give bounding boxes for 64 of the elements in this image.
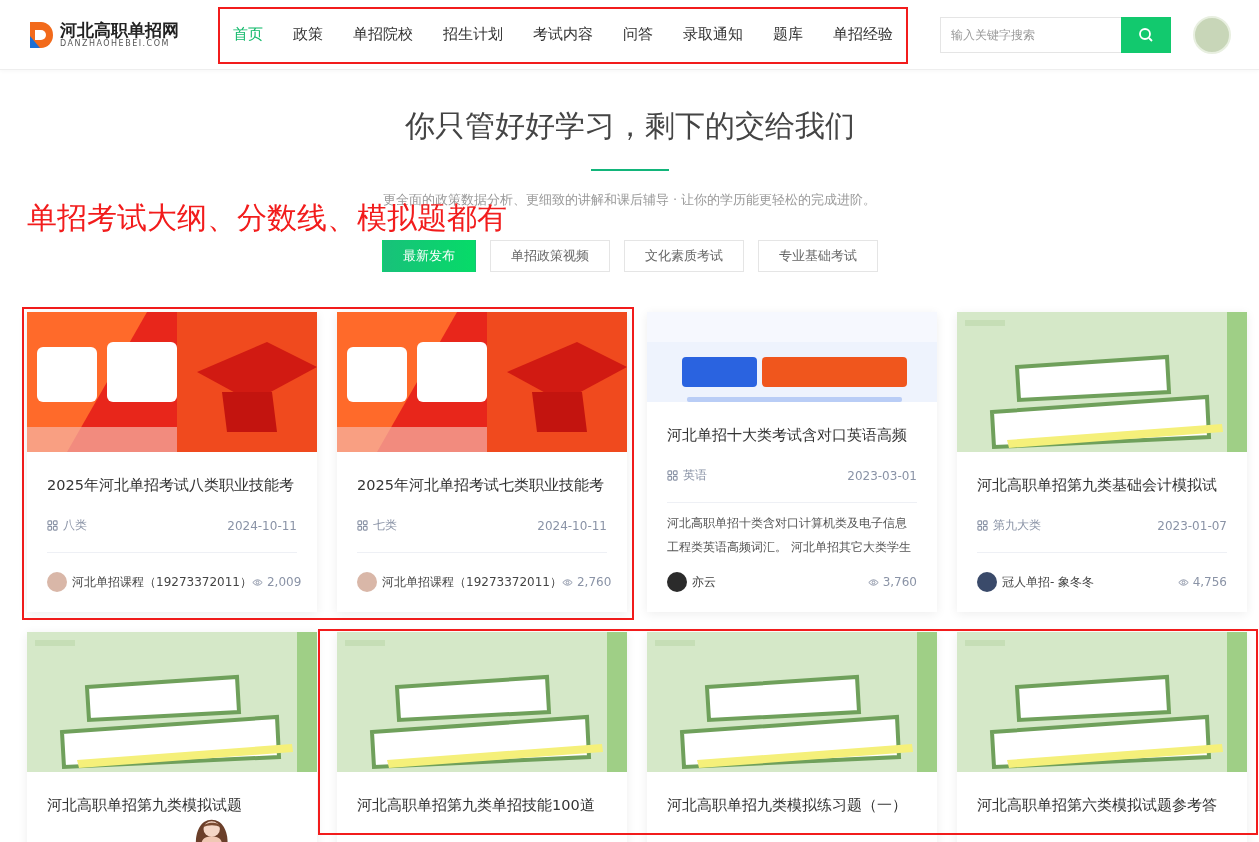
author-name: 冠人单招- 象冬冬 [1002,573,1095,591]
logo-icon [28,19,54,50]
user-avatar[interactable] [1193,15,1231,54]
category-label: 八类 [63,517,87,534]
grid-icon [667,470,678,481]
author-name: 亦云 [692,573,716,591]
nav-link[interactable]: 单招院校 [338,25,428,44]
avatar-icon [357,572,377,592]
logo-domain: DANZHAOHEBEI.COM [60,39,170,49]
card-title[interactable]: 河北高职单招第九类单招技能100道 [357,796,607,815]
category-tab[interactable]: 专业基础考试 [757,240,878,272]
view-count: 3,760 [882,575,917,589]
article-card[interactable]: 河北高职单招第九类基础会计模拟试 第九大类 2023-01-07 冠人单招- 象冬冬 4,756 [957,312,1247,612]
date-label: 2024-10-11 [227,518,297,533]
nav-link[interactable]: 考试内容 [518,25,608,44]
nav-link[interactable]: 录取通知 [668,25,758,44]
view-count: 4,756 [1192,575,1227,589]
card-excerpt: 河北高职单招十类含对口计算机类及电子信息工程类英语高频词汇。 河北单招其它大类学生 [667,515,912,556]
category-tab[interactable]: 文化素质考试 [623,240,744,272]
view-count: 2,009 [267,575,302,589]
nav-link[interactable]: 招生计划 [428,25,518,44]
eye-icon [562,576,573,588]
search-button[interactable] [1121,16,1171,53]
nav-link[interactable]: 题库 [758,25,818,44]
article-card[interactable]: 河北高职单招第六类模拟试题参考答 [957,632,1247,842]
card-title[interactable]: 河北高职单招第九类模拟试题 [47,796,297,815]
author-name: 河北单招课程（19273372011） [72,573,252,591]
category-label: 英语 [683,467,707,484]
search-icon [1138,26,1154,43]
category-label: 第九大类 [993,517,1041,534]
grid-icon [357,520,368,531]
article-card[interactable]: 河北高职单招九类模拟练习题（一） [647,632,937,842]
date-label: 2023-01-07 [1157,518,1227,533]
card-title[interactable]: 2025年河北单招考试八类职业技能考 [47,476,297,495]
category-tab[interactable]: 单招政策视频 [489,240,610,272]
nav-link[interactable]: 政策 [278,25,338,44]
view-count: 2,760 [577,575,612,589]
author-name: 河北单招课程（19273372011） [382,573,562,591]
date-label: 2024-10-11 [537,518,607,533]
avatar-icon [977,572,997,592]
article-card[interactable]: 河北单招十大类考试含对口英语高频 英语 2023-03-01 河北高职单招十类含对口计算机类及电子信息工程类英语高频词汇。 河北单招其它大类学生 亦云 3,760 [647,312,937,612]
eye-icon [252,576,263,588]
card-title[interactable]: 河北单招十大类考试含对口英语高频 [667,426,917,445]
nav-link[interactable]: 单招经验 [818,25,908,44]
category-label: 七类 [373,517,397,534]
search-field[interactable]: 输入关键字搜索 [940,16,1121,53]
grid-icon [47,520,58,531]
article-card[interactable]: 河北高职单招第九类单招技能100道 [337,632,627,842]
grid-icon [977,520,988,531]
avatar-icon [47,572,67,592]
article-card[interactable]: 2025年河北单招考试七类职业技能考 七类 2024-10-11 河北单招课程（19273372011） 2,760 [337,312,627,612]
card-title[interactable]: 河北高职单招第六类模拟试题参考答 [977,796,1227,815]
nav-link[interactable]: 问答 [608,25,668,44]
eye-icon [1177,576,1189,588]
date-label: 2023-03-01 [847,468,917,483]
article-card[interactable]: 2025年河北单招考试八类职业技能考 八类 2024-10-11 河北单招课程（19273372011） 2,009 [27,312,317,612]
avatar-icon [667,572,687,592]
eye-icon [867,576,879,588]
card-title[interactable]: 河北高职单招第九类基础会计模拟试 [977,476,1227,495]
hero-title: 你只管好好学习，剩下的交给我们 [403,107,856,145]
card-title[interactable]: 河北高职单招九类模拟练习题（一） [667,796,917,815]
card-title[interactable]: 2025年河北单招考试七类职业技能考 [357,476,607,495]
article-card[interactable]: 河北高职单招第九类模拟试题 [27,632,317,842]
logo-text: 河北高职单招网 [60,20,179,40]
